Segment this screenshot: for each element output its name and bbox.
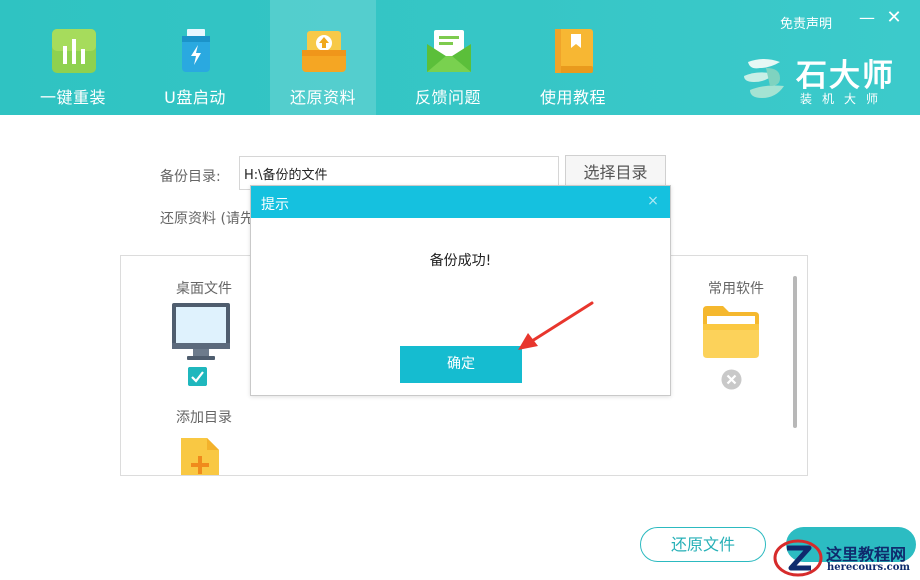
dialog-close-button[interactable]: × — [644, 191, 662, 211]
restore-data-icon — [302, 31, 346, 72]
panel-scrollbar[interactable] — [793, 276, 797, 428]
tab-tutorial-label: 使用教程 — [539, 88, 606, 107]
tab-feedback[interactable]: 反馈问题 — [395, 0, 501, 115]
minimize-button[interactable]: — — [858, 6, 876, 30]
brand: 石大师 装机大师 — [740, 48, 910, 108]
dialog-title: 提示 — [261, 197, 289, 213]
brand-subtitle: 装机大师 — [800, 92, 889, 106]
watermark-url: herecours.com — [827, 562, 911, 573]
confirm-button[interactable]: 确定 — [400, 346, 522, 383]
brand-name: 石大师 — [796, 58, 895, 94]
folder-icon[interactable] — [701, 304, 761, 360]
remove-circle-icon[interactable] — [721, 369, 742, 390]
dialog-header: 提示 × — [251, 186, 670, 218]
desktop-files-checkbox[interactable] — [188, 367, 207, 386]
tab-one-click-reinstall-label: 一键重装 — [39, 88, 106, 107]
bar-chart-icon — [52, 29, 96, 73]
dialog-message: 备份成功! — [429, 253, 492, 269]
disclaimer-link[interactable]: 免责声明 — [780, 13, 832, 32]
watermark-logo-icon — [773, 539, 823, 577]
tab-restore-data-label: 还原资料 — [289, 88, 356, 107]
tab-restore-data[interactable]: 还原资料 — [270, 0, 376, 115]
tab-usb-boot-label: U盘启动 — [164, 88, 226, 107]
close-button[interactable]: ✕ — [884, 6, 904, 30]
envelope-icon — [427, 30, 471, 72]
pointer-arrow-icon — [518, 301, 594, 350]
app-header: 一键重装 U盘启动 还原资料 反馈问题 使用教程 免责声明 — ✕ 石大师 装机… — [0, 0, 920, 115]
brand-logo-icon — [744, 59, 784, 98]
restore-hint: 还原资料 (请先 — [160, 211, 254, 227]
add-folder-icon[interactable] — [179, 436, 221, 476]
backup-dir-label: 备份目录: — [160, 169, 221, 185]
add-directory-label: 添加目录 — [176, 410, 232, 426]
book-icon — [555, 29, 593, 73]
restore-file-button[interactable]: 还原文件 — [640, 527, 766, 562]
tab-usb-boot[interactable]: U盘启动 — [142, 0, 248, 115]
common-software-label: 常用软件 — [708, 281, 764, 297]
usb-drive-icon — [182, 29, 210, 72]
watermark: 这里教程网 herecours.com — [770, 536, 920, 580]
monitor-icon[interactable] — [171, 302, 231, 362]
tab-feedback-label: 反馈问题 — [414, 88, 481, 107]
success-dialog: 提示 × 备份成功! 确定 — [250, 185, 671, 396]
tab-one-click-reinstall[interactable]: 一键重装 — [20, 0, 126, 115]
tab-tutorial[interactable]: 使用教程 — [520, 0, 626, 115]
desktop-files-label: 桌面文件 — [176, 281, 232, 297]
